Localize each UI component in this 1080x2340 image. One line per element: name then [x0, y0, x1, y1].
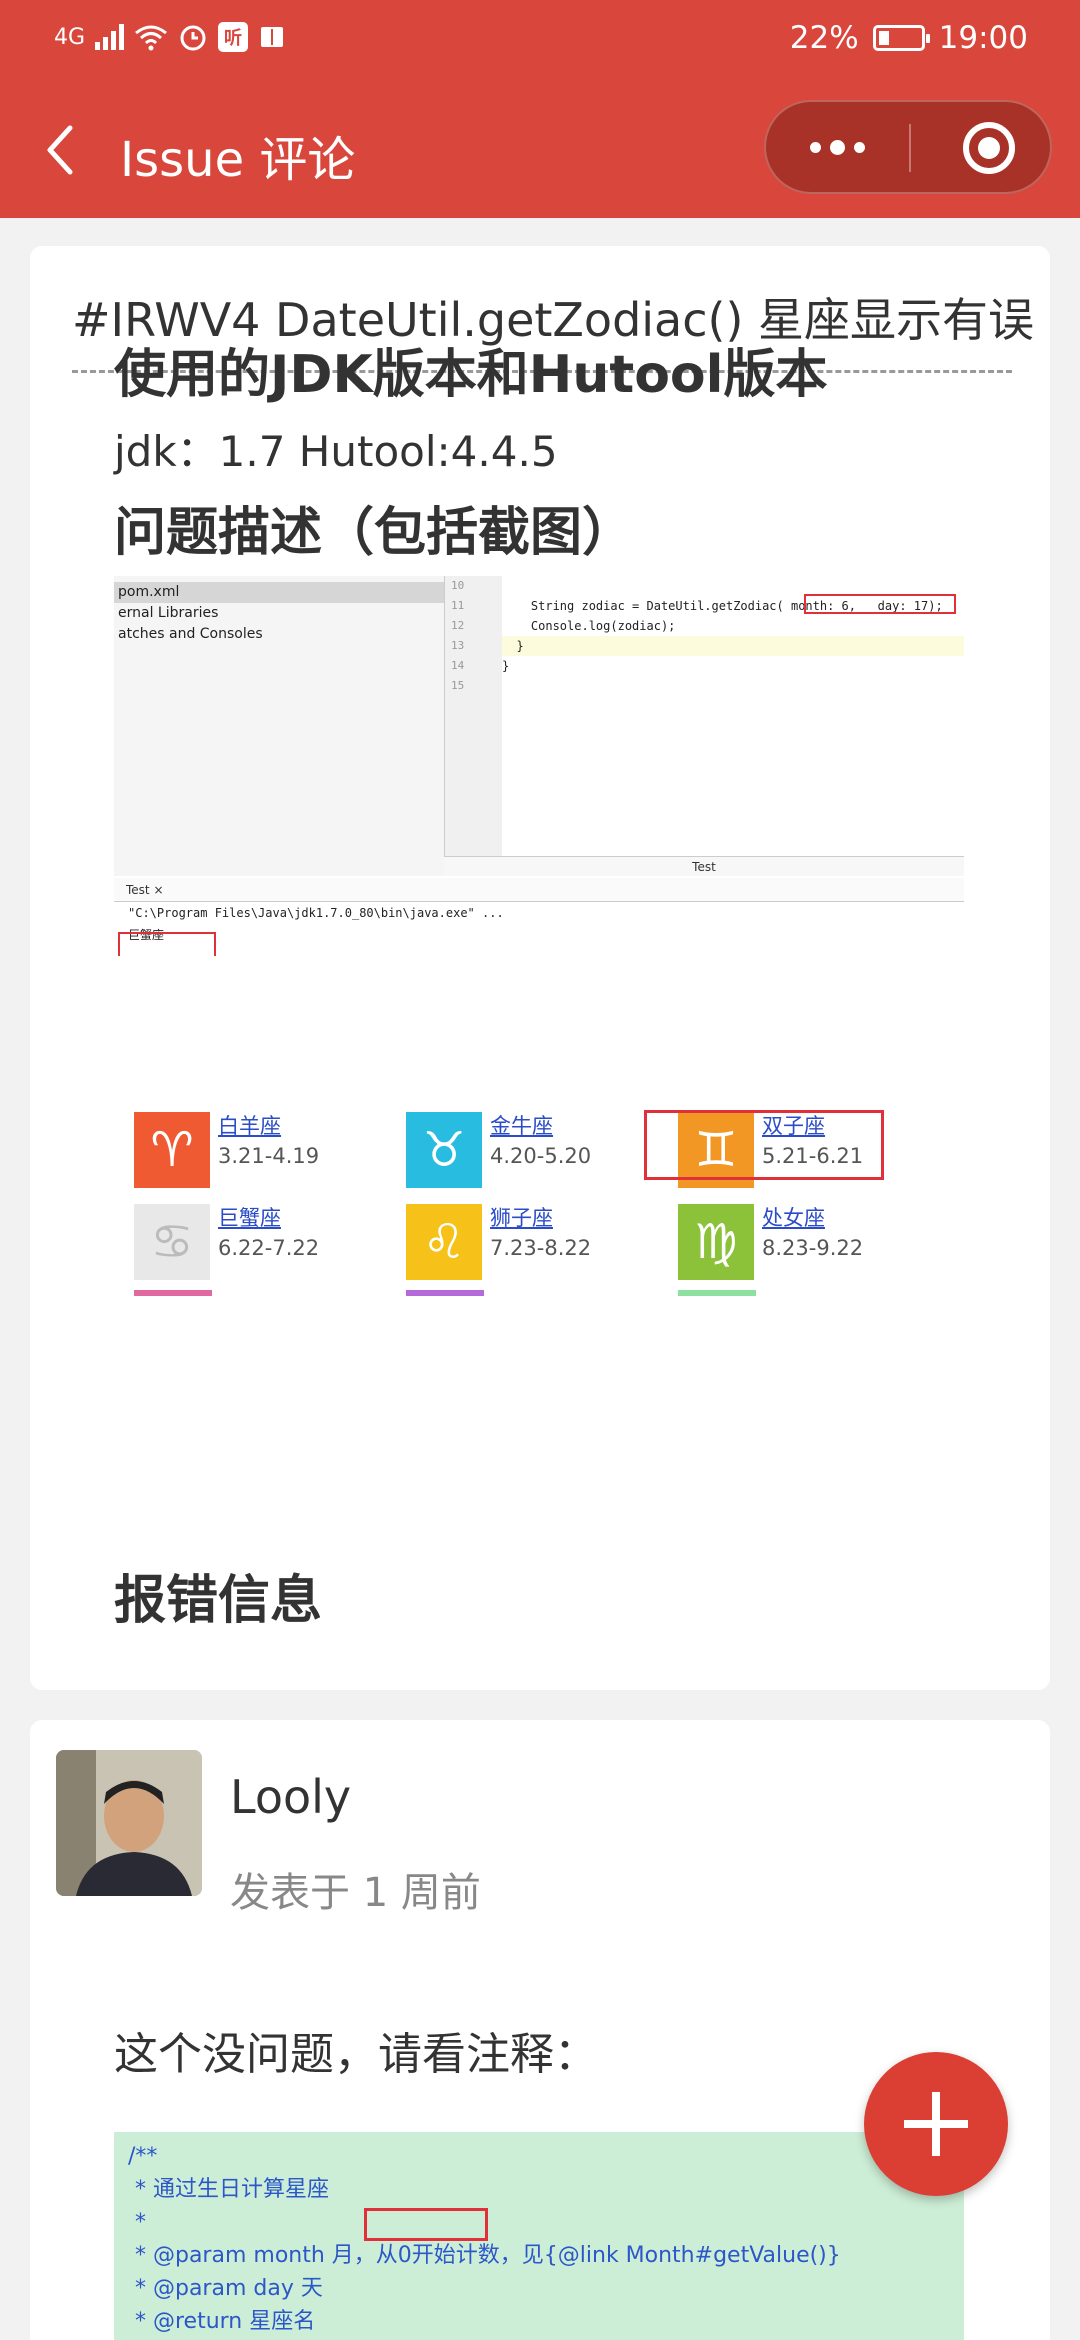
line-number: 12: [451, 619, 465, 632]
author-name[interactable]: Looly: [230, 1770, 351, 1824]
aries-icon: ♈: [134, 1112, 210, 1188]
highlight-box: [644, 1110, 884, 1180]
zodiac-dates: 7.23-8.22: [490, 1236, 592, 1260]
versions-text: jdk：1.7 Hutool:4.4.5: [114, 427, 558, 476]
zodiac-item: ♉ 金牛座 4.20-5.20: [386, 1106, 636, 1192]
close-miniprogram-icon[interactable]: [963, 122, 1015, 174]
highlight-box: [804, 594, 956, 614]
comment-text: 这个没问题，请看注释：: [114, 2029, 598, 2080]
network-type: 4G: [54, 24, 86, 50]
divider: [406, 1290, 484, 1296]
code-line: * @param day 天: [128, 2276, 323, 2301]
zodiac-item: ♌ 狮子座 7.23-8.22: [386, 1198, 636, 1284]
code-line: * @return 星座名: [128, 2309, 316, 2334]
zodiac-dates: 8.23-9.22: [762, 1236, 864, 1260]
back-icon[interactable]: [40, 122, 84, 178]
battery-icon: [872, 25, 930, 51]
book-icon: [261, 27, 284, 47]
divider: [134, 1290, 212, 1296]
signal-icon: [95, 24, 125, 50]
code-line: /**: [128, 2144, 158, 2169]
editor-tab: Test: [444, 856, 964, 876]
code-line: * 通过生日计算星座: [128, 2177, 329, 2202]
code-editor: String zodiac = DateUtil.getZodiac( mont…: [502, 576, 964, 876]
line-number: 14: [451, 659, 465, 672]
miniprogram-capsule: [764, 100, 1052, 194]
virgo-icon: ♍: [678, 1204, 754, 1280]
zodiac-image[interactable]: ♈ 白羊座 3.21-4.19 ♉ 金牛座 4.20-5.20 ♊ 双子座 5.…: [114, 1106, 964, 1302]
clock: 19:00: [938, 20, 1028, 56]
console-output: "C:\Program Files\Java\jdk1.7.0_80\bin\j…: [114, 902, 964, 956]
highlight-box: [118, 932, 216, 956]
zodiac-item: ♈ 白羊座 3.21-4.19: [114, 1106, 364, 1192]
console-line: 巨蟹座: [128, 928, 165, 942]
line-gutter: 10 11 12 13 14 15: [444, 576, 502, 876]
line-number: 13: [451, 639, 465, 652]
code-line: *: [128, 2210, 146, 2235]
project-tree: pom.xml ernal Libraries atches and Conso…: [114, 576, 444, 876]
zodiac-name: 金牛座: [490, 1114, 553, 1138]
zodiac-name: 处女座: [762, 1206, 825, 1230]
tree-item: ernal Libraries: [118, 605, 219, 621]
comment-card: Looly 发表于 1 周前 这个没问题，请看注释： /** * 通过生日计算星…: [30, 1720, 1050, 2340]
post-time: 发表于 1 周前: [230, 1870, 481, 1916]
section-heading-error: 报错信息: [114, 1571, 323, 1631]
wifi-icon: [135, 25, 167, 51]
leo-icon: ♌: [406, 1204, 482, 1280]
code-line: }: [502, 636, 964, 656]
zodiac-name: 白羊座: [218, 1114, 281, 1138]
zodiac-item: ♋ 巨蟹座 6.22-7.22: [114, 1198, 364, 1284]
alarm-icon: [180, 25, 206, 51]
highlight-box: [364, 2208, 488, 2241]
section-heading-description: 问题描述（包括截图）: [114, 503, 635, 563]
line-number: 10: [451, 579, 465, 592]
cancer-icon: ♋: [134, 1204, 210, 1280]
zodiac-name: 狮子座: [490, 1206, 553, 1230]
tree-item: atches and Consoles: [118, 626, 263, 642]
battery-percent: 22%: [789, 20, 859, 56]
taurus-icon: ♉: [406, 1112, 482, 1188]
app-notification-icon: 听: [218, 22, 249, 52]
nav-bar: Issue 评论: [0, 100, 1080, 200]
code-line: * @param month 月，从0开始计数，见{@link Month#ge…: [128, 2243, 841, 2268]
console-line: "C:\Program Files\Java\jdk1.7.0_80\bin\j…: [128, 906, 504, 920]
page-title: Issue 评论: [120, 132, 356, 188]
code-screenshot[interactable]: /** * 通过生日计算星座 * * @param month 月，从0开始计数…: [114, 2132, 964, 2340]
more-icon[interactable]: [766, 102, 909, 192]
ide-screenshot[interactable]: pom.xml ernal Libraries atches and Conso…: [114, 576, 964, 956]
tree-item: pom.xml: [114, 582, 444, 603]
console-tab: Test ×: [114, 878, 964, 902]
status-bar: 4G 听 22% 19:00: [0, 0, 1080, 72]
code-line: Console.log(zodiac);: [502, 619, 676, 633]
zodiac-dates: 3.21-4.19: [218, 1144, 320, 1168]
zodiac-name: 巨蟹座: [218, 1206, 281, 1230]
avatar[interactable]: [56, 1750, 202, 1896]
section-heading-versions: 使用的JDK版本和Hutool版本: [114, 345, 828, 405]
add-comment-button[interactable]: [864, 2052, 1008, 2196]
line-number: 11: [451, 599, 465, 612]
zodiac-dates: 6.22-7.22: [218, 1236, 320, 1260]
zodiac-dates: 4.20-5.20: [490, 1144, 592, 1168]
header: 4G 听 22% 19:00 Issue 评论: [0, 0, 1080, 218]
divider: [678, 1290, 756, 1296]
code-line: }: [502, 659, 510, 673]
line-number: 15: [451, 679, 465, 692]
zodiac-item: ♍ 处女座 8.23-9.22: [658, 1198, 908, 1284]
issue-card: #IRWV4 DateUtil.getZodiac() 星座显示有误 使用的JD…: [30, 246, 1050, 1690]
